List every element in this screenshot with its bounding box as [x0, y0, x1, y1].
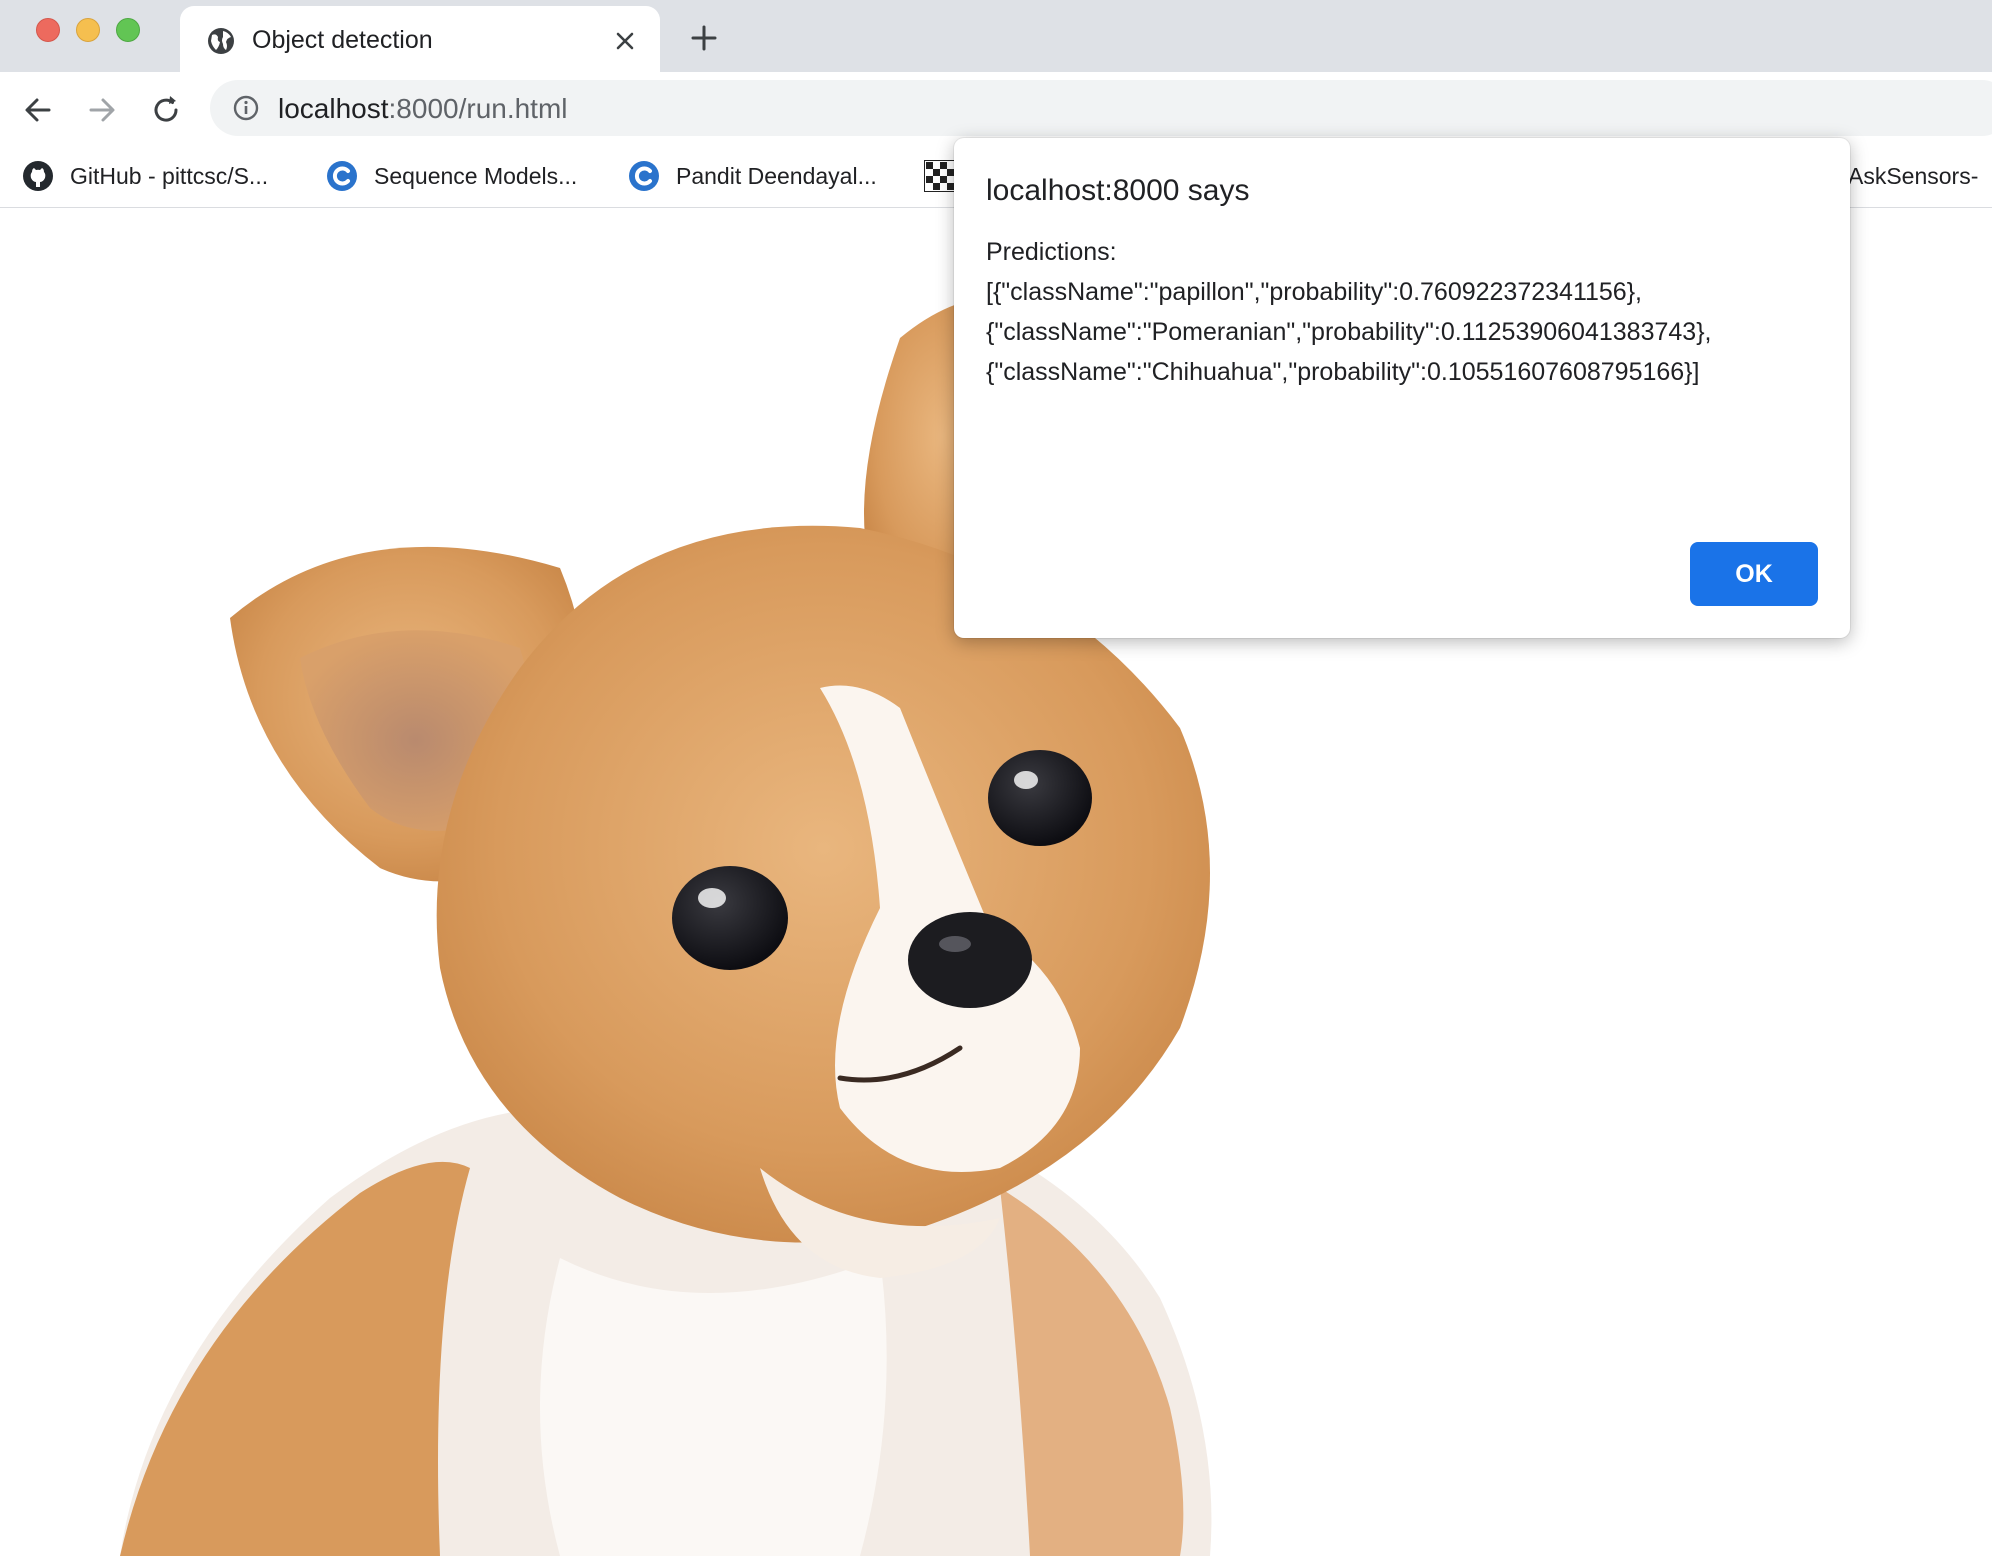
bookmark-pandit-deendayal[interactable]: Pandit Deendayal... — [628, 156, 877, 196]
globe-icon — [208, 28, 234, 54]
dialog-line: Predictions: — [986, 238, 1117, 266]
bookmark-asksensors[interactable]: AskSensors- — [1848, 156, 1978, 196]
browser-toolbar: localhost:8000/run.html — [0, 72, 1992, 146]
tab-title: Object detection — [252, 26, 433, 54]
info-icon[interactable] — [232, 94, 260, 122]
bookmark-label: Pandit Deendayal... — [676, 162, 877, 189]
bookmark-label: Sequence Models... — [374, 162, 578, 189]
tab-strip: Object detection — [0, 0, 1992, 72]
coursera-icon — [629, 161, 659, 191]
close-icon[interactable] — [612, 28, 638, 54]
bookmark-label: AskSensors- — [1848, 162, 1979, 189]
dialog-message: Predictions: [{"className":"papillon","p… — [986, 232, 1826, 392]
minimize-window-button[interactable] — [76, 18, 100, 42]
dialog-line: {"className":"Pomeranian","probability":… — [986, 318, 1712, 346]
new-tab-button[interactable] — [688, 22, 720, 54]
address-bar[interactable]: localhost:8000/run.html — [210, 80, 1992, 136]
bookmark-label: GitHub - pittcsc/S... — [70, 162, 269, 189]
reload-button[interactable] — [148, 92, 184, 128]
url-path: :8000/run.html — [388, 93, 568, 124]
close-window-button[interactable] — [36, 18, 60, 42]
url-text[interactable]: localhost:8000/run.html — [278, 93, 568, 125]
forward-button[interactable] — [84, 92, 120, 128]
alert-dialog: localhost:8000 says Predictions: [{"clas… — [954, 138, 1850, 638]
zoom-window-button[interactable] — [116, 18, 140, 42]
back-button[interactable] — [20, 92, 56, 128]
tab-object-detection[interactable]: Object detection — [180, 6, 660, 72]
github-icon — [23, 161, 53, 191]
dialog-title: localhost:8000 says — [986, 174, 1250, 207]
ok-button[interactable]: OK — [1690, 542, 1818, 606]
dialog-line: {"className":"Chihuahua","probability":0… — [986, 358, 1700, 386]
checkerboard-icon — [924, 160, 956, 192]
dialog-line: [{"className":"papillon","probability":0… — [986, 278, 1643, 306]
bookmark-sequence-models[interactable]: Sequence Models... — [326, 156, 577, 196]
coursera-icon — [327, 161, 357, 191]
bookmark-github[interactable]: GitHub - pittcsc/S... — [22, 156, 268, 196]
url-host: localhost — [278, 93, 389, 124]
